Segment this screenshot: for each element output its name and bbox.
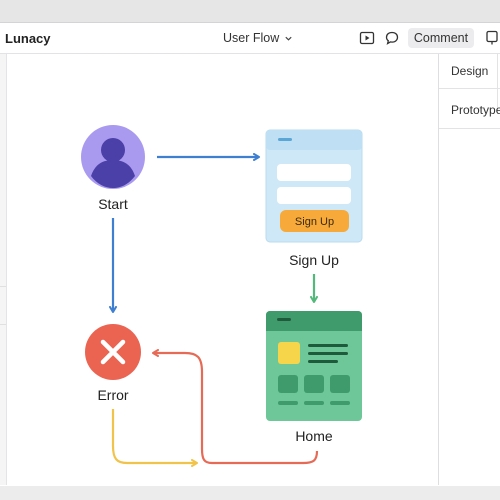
app-window: Lunacy User Flow Comment Sign Up Start S…: [0, 22, 500, 487]
comment-button[interactable]: Comment: [408, 28, 474, 48]
signup-screen-node[interactable]: Sign Up: [265, 129, 363, 243]
play-icon[interactable]: [359, 30, 375, 46]
document-title-dropdown[interactable]: User Flow: [223, 31, 293, 45]
signup-button-label: Sign Up: [295, 216, 334, 228]
start-label: Start: [98, 196, 128, 212]
toolbar: Lunacy User Flow Comment: [0, 23, 500, 54]
screen-bottom-strip: [0, 486, 500, 500]
flow-diagram: Sign Up: [81, 125, 363, 467]
tab-prototype[interactable]: Prototype: [451, 103, 500, 117]
tab-design[interactable]: Design: [451, 64, 488, 78]
chevron-down-icon: [285, 36, 292, 41]
inspector-panel: Design Prototype: [438, 54, 500, 485]
home-label: Home: [295, 428, 333, 444]
error-label: Error: [97, 387, 129, 403]
document-title: User Flow: [223, 31, 280, 45]
phone-icon[interactable]: [484, 30, 500, 46]
comment-button-label: Comment: [413, 31, 469, 45]
arrow-error-loop: [111, 409, 198, 467]
left-panel-edge: [0, 54, 7, 485]
flow-canvas[interactable]: Sign Up Start Sign Up Home Error: [7, 54, 437, 485]
app-name: Lunacy: [5, 31, 51, 46]
start-node[interactable]: [81, 125, 145, 189]
home-screen-node[interactable]: [266, 311, 362, 421]
comment-bubble-icon[interactable]: [384, 30, 400, 46]
screen-top-strip: [0, 0, 500, 22]
signup-label: Sign Up: [289, 252, 339, 268]
error-node[interactable]: [85, 324, 141, 380]
